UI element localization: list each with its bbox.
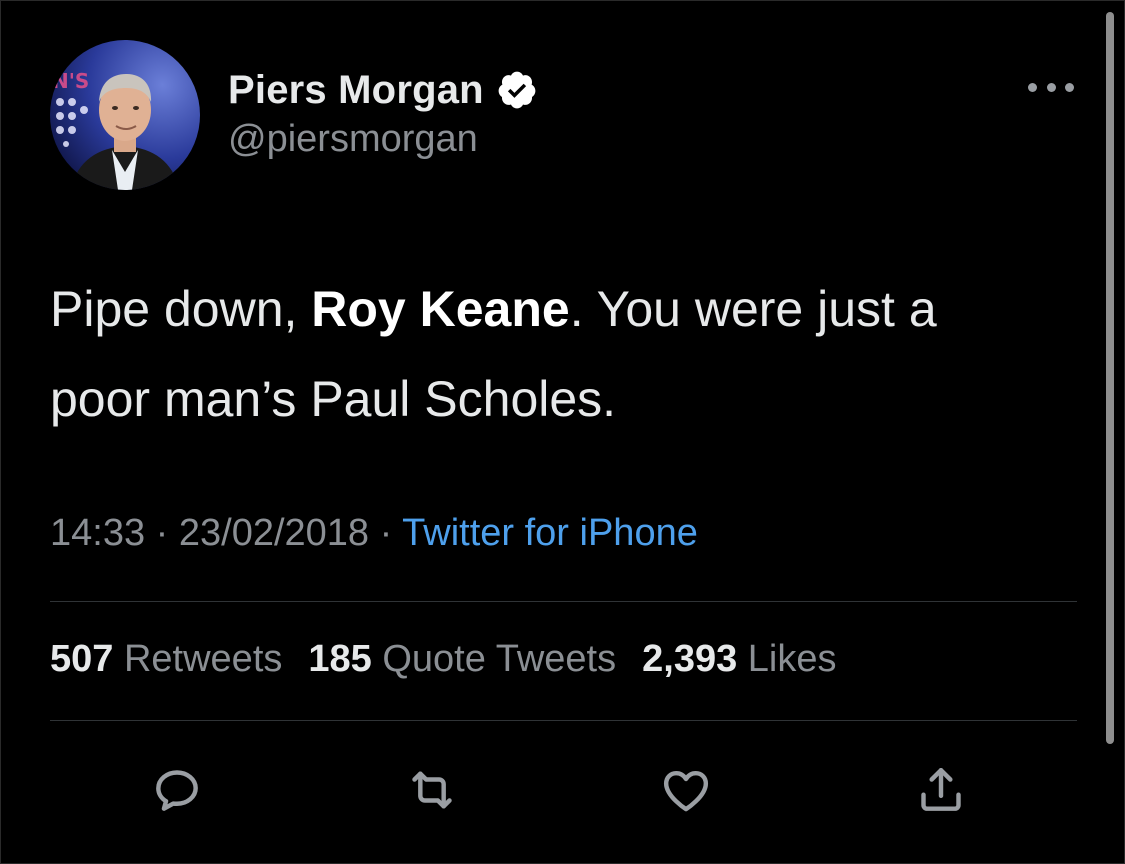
author-handle[interactable]: @piersmorgan [228, 118, 478, 161]
more-dot [1046, 82, 1056, 92]
tweet-text-part: Pipe down, [50, 281, 312, 337]
display-name[interactable]: Piers Morgan [228, 68, 484, 113]
quotes-label: Quote Tweets [382, 638, 617, 680]
tweet-source-link[interactable]: Twitter for iPhone [402, 512, 698, 554]
retweet-button[interactable] [404, 762, 460, 818]
retweet-icon [412, 771, 452, 809]
scrollbar[interactable] [1106, 12, 1114, 744]
tweet-time: 14:33 [50, 512, 146, 554]
more-dot [1065, 82, 1074, 92]
like-button[interactable] [658, 762, 714, 818]
tweet-stats: 507 Retweets 185 Quote Tweets 2,393 Likes [50, 638, 863, 681]
retweets-count: 507 [50, 638, 114, 680]
profile-photo: N'S [50, 40, 200, 190]
more-dot [1028, 82, 1037, 92]
meta-separator: · [379, 512, 393, 554]
avatar[interactable]: N'S [50, 40, 200, 190]
tweet-mention-bold: Roy Keane [311, 281, 570, 337]
more-options-icon[interactable] [1028, 74, 1074, 100]
likes-count: 2,393 [642, 638, 738, 680]
like-icon [663, 770, 709, 812]
reply-button[interactable] [149, 762, 205, 818]
tweet-date: 23/02/2018 [178, 512, 370, 554]
meta-separator: · [155, 512, 169, 554]
share-button[interactable] [913, 762, 969, 818]
tweet-text: Pipe down, Roy Keane. You were just a po… [50, 264, 1050, 444]
share-icon [921, 767, 961, 811]
likes-stat[interactable]: 2,393 Likes [642, 638, 836, 680]
likes-label: Likes [747, 638, 837, 680]
author-name-row[interactable]: Piers Morgan [228, 62, 538, 118]
reply-icon [156, 770, 198, 811]
quotes-count: 185 [308, 638, 372, 680]
retweets-stat[interactable]: 507 Retweets [50, 638, 282, 680]
divider [50, 720, 1077, 721]
divider [50, 601, 1077, 602]
tweet-meta: 14:33 · 23/02/2018 · Twitter for iPhone [50, 512, 698, 555]
retweets-label: Retweets [123, 638, 283, 680]
verified-badge-icon [498, 71, 536, 109]
quote-tweets-stat[interactable]: 185 Quote Tweets [308, 638, 616, 680]
